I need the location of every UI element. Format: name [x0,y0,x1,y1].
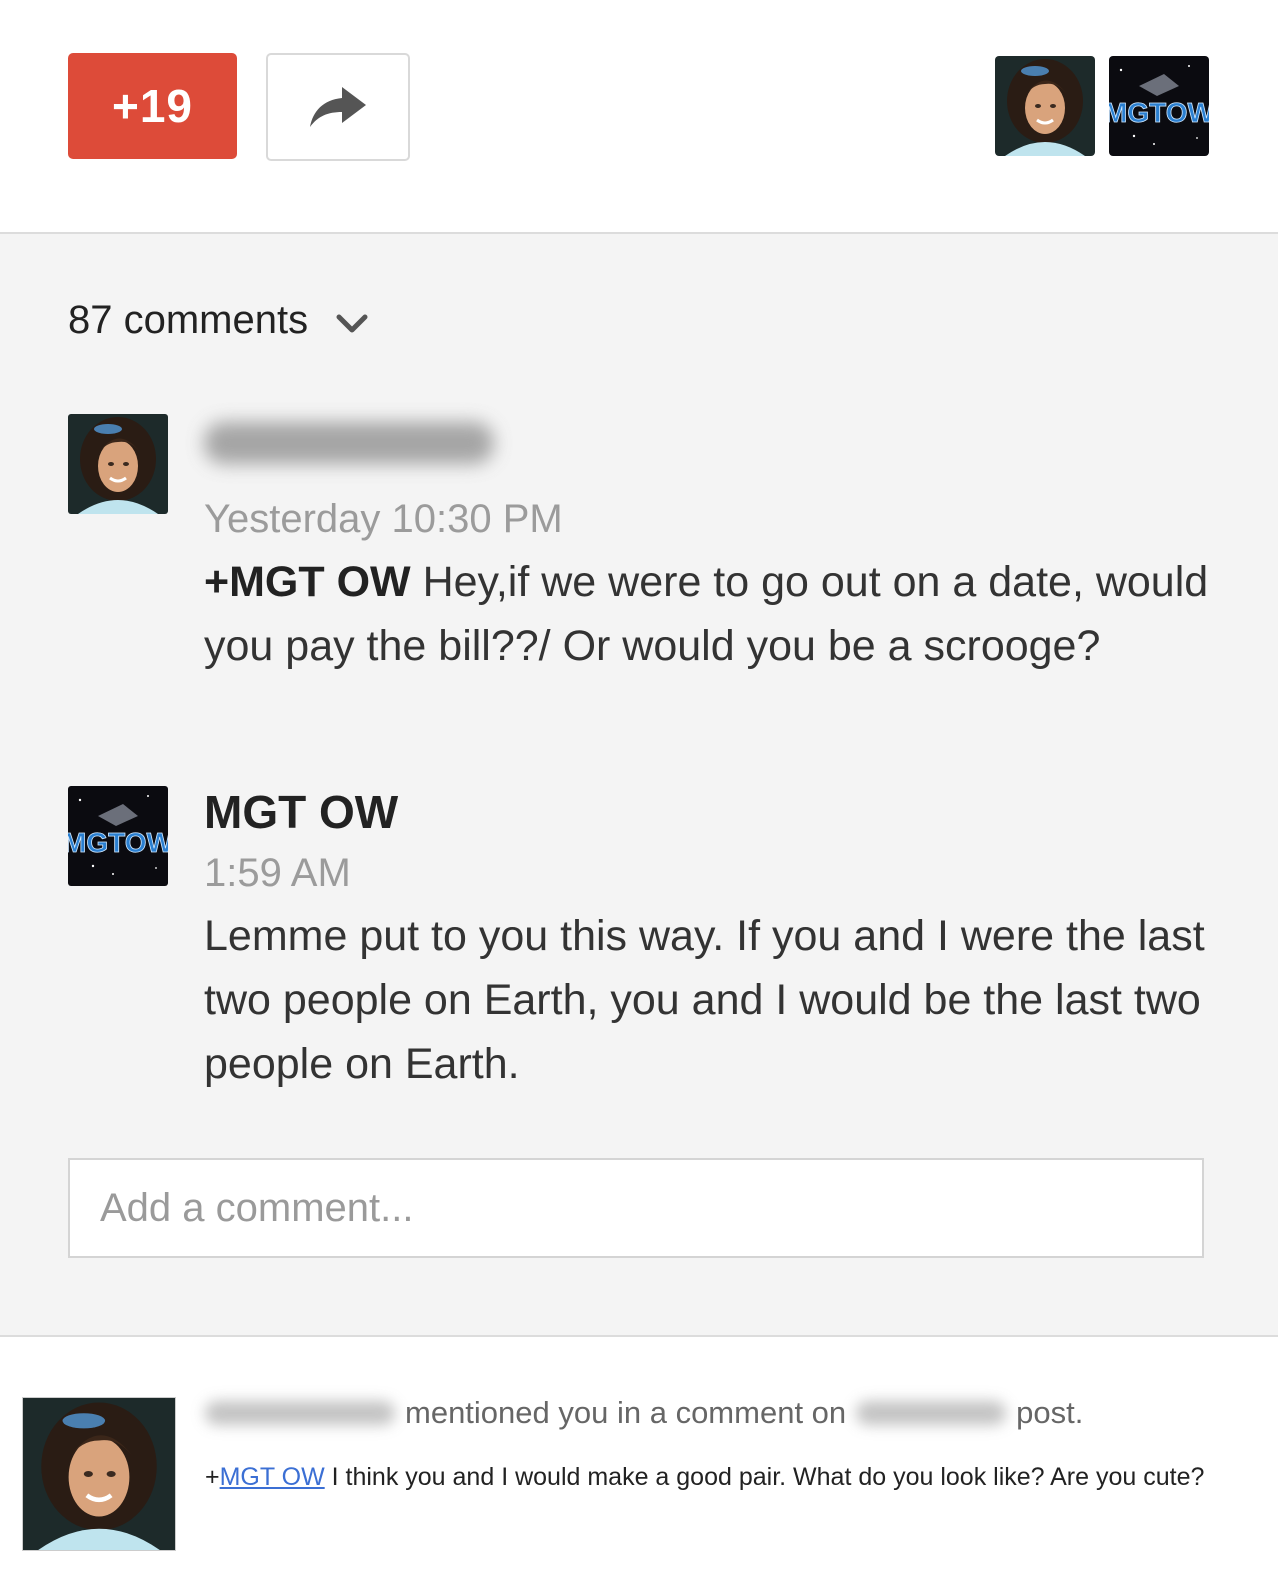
notification-message: +MGT OW I think you and I would make a g… [205,1463,1204,1492]
comment-text: Lemme put to you this way. If you and I … [204,912,1205,1088]
mgtow-logo-image: MGTOW [68,786,168,886]
share-button[interactable] [266,53,410,161]
woman-portrait-image [23,1398,175,1550]
comments-toggle[interactable]: 87 comments [68,298,368,343]
notification-action-text: mentioned you in a comment on [405,1395,847,1430]
redacted-user-name [205,1401,395,1425]
chevron-down-icon [336,314,368,332]
share-arrow-icon [310,87,366,127]
mention-link[interactable]: MGT OW [220,1463,325,1491]
notification-post-suffix: post. [1016,1395,1084,1430]
notification-summary: mentioned you in a comment on post. [205,1395,1083,1431]
comment-timestamp[interactable]: Yesterday 10:30 PM [204,494,1214,544]
redacted-post-owner [856,1401,1007,1425]
commenter-avatar[interactable]: MGTOW [68,786,168,886]
notifier-avatar[interactable] [22,1397,176,1551]
woman-portrait-image [995,56,1095,156]
plus-one-button[interactable]: +19 [68,53,237,159]
plusoner-avatar-mgtow[interactable]: MGTOW [1109,56,1209,156]
mention-plus-prefix: + [205,1463,220,1491]
comment-timestamp[interactable]: 1:59 AM [204,848,1214,898]
add-comment-placeholder: Add a comment... [100,1185,414,1230]
plusoner-avatar-woman[interactable] [995,56,1095,156]
svg-text:MGTOW: MGTOW [68,827,168,858]
woman-portrait-image [68,414,168,514]
notification-message-text: I think you and I would make a good pair… [324,1463,1205,1491]
comment-text: +MGT OW Hey,if we were to go out on a da… [204,550,1214,678]
comment-author[interactable]: MGT OW [204,784,1214,840]
user-mention[interactable]: +MGT OW [204,558,411,606]
comment-body: Yesterday 10:30 PM +MGT OW Hey,if we wer… [204,414,1214,678]
comments-panel: 87 comments Yesterday 10:30 PM +MGT OW H… [0,232,1278,1337]
add-comment-input[interactable]: Add a comment... [68,1158,1204,1258]
mention-notification[interactable]: mentioned you in a comment on post. +MGT… [0,1337,1278,1572]
mgtow-logo-image: MGTOW [1109,56,1209,156]
redacted-author-name [204,422,494,464]
comment-count-label: 87 comments [68,298,309,342]
svg-text:MGTOW: MGTOW [1109,97,1209,128]
comment-body: MGT OW 1:59 AM Lemme put to you this way… [204,784,1214,1096]
post-action-bar: +19 MGTOW [0,0,1278,232]
commenter-avatar[interactable] [68,414,168,514]
